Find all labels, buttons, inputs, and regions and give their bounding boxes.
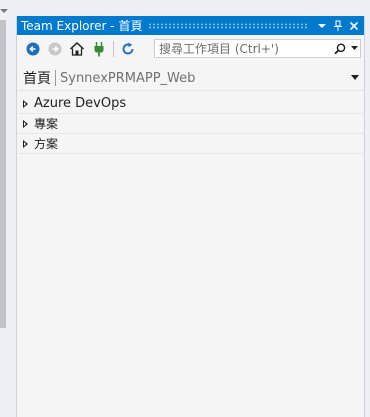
panel-titlebar: Team Explorer - 首頁 xyxy=(17,16,364,35)
page-navigation-dropdown-icon[interactable] xyxy=(351,75,359,80)
connect-icon[interactable] xyxy=(89,39,109,59)
team-explorer-panel: Team Explorer - 首頁 搜尋工作項目 (Ctrl+') 首頁 Sy… xyxy=(16,16,365,417)
header-separator xyxy=(55,70,56,86)
expand-caret-icon[interactable] xyxy=(23,139,28,148)
section-list: Azure DevOps 專案 方案 xyxy=(17,94,364,154)
project-context[interactable]: SynnexPRMAPP_Web xyxy=(60,71,195,86)
home-icon[interactable] xyxy=(67,39,87,59)
panel-title: Team Explorer - 首頁 xyxy=(21,19,143,33)
section-label: 方案 xyxy=(34,137,59,151)
toolbar-separator xyxy=(113,41,114,57)
scrollbar[interactable] xyxy=(0,20,6,328)
expand-caret-icon[interactable] xyxy=(23,99,28,108)
refresh-icon[interactable] xyxy=(118,39,138,59)
search-options-dropdown-icon[interactable] xyxy=(348,40,360,57)
back-icon[interactable] xyxy=(23,39,43,59)
panel-dropdown-arrow-icon[interactable] xyxy=(0,9,8,13)
section-label: Azure DevOps xyxy=(34,96,127,111)
section-projects[interactable]: 專案 xyxy=(17,114,364,134)
forward-icon[interactable] xyxy=(45,39,65,59)
window-position-dropdown-icon[interactable] xyxy=(314,16,330,35)
expand-caret-icon[interactable] xyxy=(23,119,28,128)
page-title: 首頁 xyxy=(23,71,51,87)
toolbar xyxy=(17,36,364,62)
section-label: 專案 xyxy=(34,117,59,131)
titlebar-grip[interactable] xyxy=(148,22,308,29)
close-icon[interactable] xyxy=(346,16,362,35)
left-panel-strip xyxy=(0,0,9,417)
search-input[interactable] xyxy=(155,40,332,57)
search-box[interactable] xyxy=(154,39,361,58)
page-header: 首頁 SynnexPRMAPP_Web xyxy=(17,66,364,91)
section-solutions[interactable]: 方案 xyxy=(17,134,364,154)
search-icon[interactable] xyxy=(332,40,348,57)
section-azure-devops[interactable]: Azure DevOps xyxy=(17,94,364,114)
pin-icon[interactable] xyxy=(330,16,346,35)
